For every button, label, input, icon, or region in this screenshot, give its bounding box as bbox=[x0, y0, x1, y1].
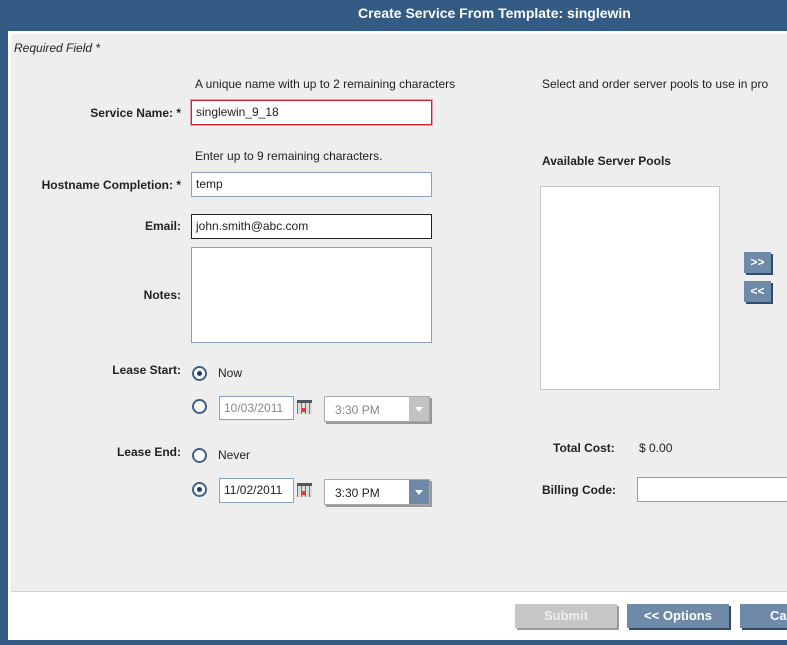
options-button[interactable]: << Options bbox=[627, 604, 729, 628]
remove-pool-button[interactable]: << bbox=[744, 281, 771, 302]
notes-textarea[interactable] bbox=[191, 247, 432, 343]
email-input[interactable]: john.smith@abc.com bbox=[191, 214, 432, 239]
lease-start-time-select[interactable]: 3:30 PM bbox=[324, 396, 430, 422]
required-note: Required Field * bbox=[14, 41, 101, 55]
available-pools-label: Available Server Pools bbox=[542, 154, 671, 168]
lease-start-now-label: Now bbox=[218, 366, 243, 380]
chevron-down-icon bbox=[409, 397, 429, 421]
lease-end-date-radio[interactable] bbox=[192, 482, 207, 497]
pools-hint: Select and order server pools to use in … bbox=[542, 77, 769, 91]
dialog-body: Required Field * A unique name with up t… bbox=[8, 31, 787, 640]
service-name-input[interactable]: singlewin_9_18 bbox=[191, 100, 432, 125]
service-name-label: Service Name: * bbox=[90, 106, 181, 120]
lease-end-never-radio[interactable] bbox=[192, 448, 207, 463]
available-pools-list[interactable] bbox=[540, 186, 720, 390]
lease-start-date-input[interactable]: 10/03/2011 bbox=[219, 396, 294, 420]
form-panel: Required Field * A unique name with up t… bbox=[11, 34, 787, 592]
lease-end-never-label: Never bbox=[218, 448, 251, 462]
service-name-hint: A unique name with up to 2 remaining cha… bbox=[195, 77, 456, 91]
email-label: Email: bbox=[144, 219, 181, 233]
total-cost-label: Total Cost: bbox=[553, 441, 615, 455]
lease-end-label: Lease End: bbox=[116, 445, 181, 459]
lease-start-date-radio[interactable] bbox=[192, 399, 207, 414]
calendar-icon[interactable] bbox=[297, 483, 312, 497]
notes-label: Notes: bbox=[143, 288, 181, 302]
lease-end-time-select[interactable]: 3:30 PM bbox=[324, 479, 430, 505]
add-pool-button[interactable]: >> bbox=[744, 252, 771, 273]
cancel-button[interactable]: Ca bbox=[740, 604, 787, 628]
total-cost-value: $ 0.00 bbox=[639, 441, 673, 455]
dialog-title-bar: Create Service From Template: singlewin bbox=[0, 0, 787, 31]
lease-end-date-input[interactable]: 11/02/2011 bbox=[219, 478, 294, 503]
billing-code-input[interactable] bbox=[637, 477, 787, 502]
dialog-title: Create Service From Template: singlewin bbox=[358, 5, 631, 21]
calendar-icon[interactable] bbox=[297, 400, 312, 414]
billing-code-label: Billing Code: bbox=[542, 483, 616, 497]
submit-button[interactable]: Submit bbox=[515, 604, 617, 628]
chevron-down-icon bbox=[409, 480, 429, 504]
lease-start-now-radio[interactable] bbox=[192, 366, 207, 381]
hostname-hint: Enter up to 9 remaining characters. bbox=[195, 149, 383, 163]
hostname-label: Hostname Completion: * bbox=[41, 178, 181, 192]
hostname-input[interactable]: temp bbox=[191, 172, 432, 197]
lease-start-label: Lease Start: bbox=[112, 363, 181, 377]
